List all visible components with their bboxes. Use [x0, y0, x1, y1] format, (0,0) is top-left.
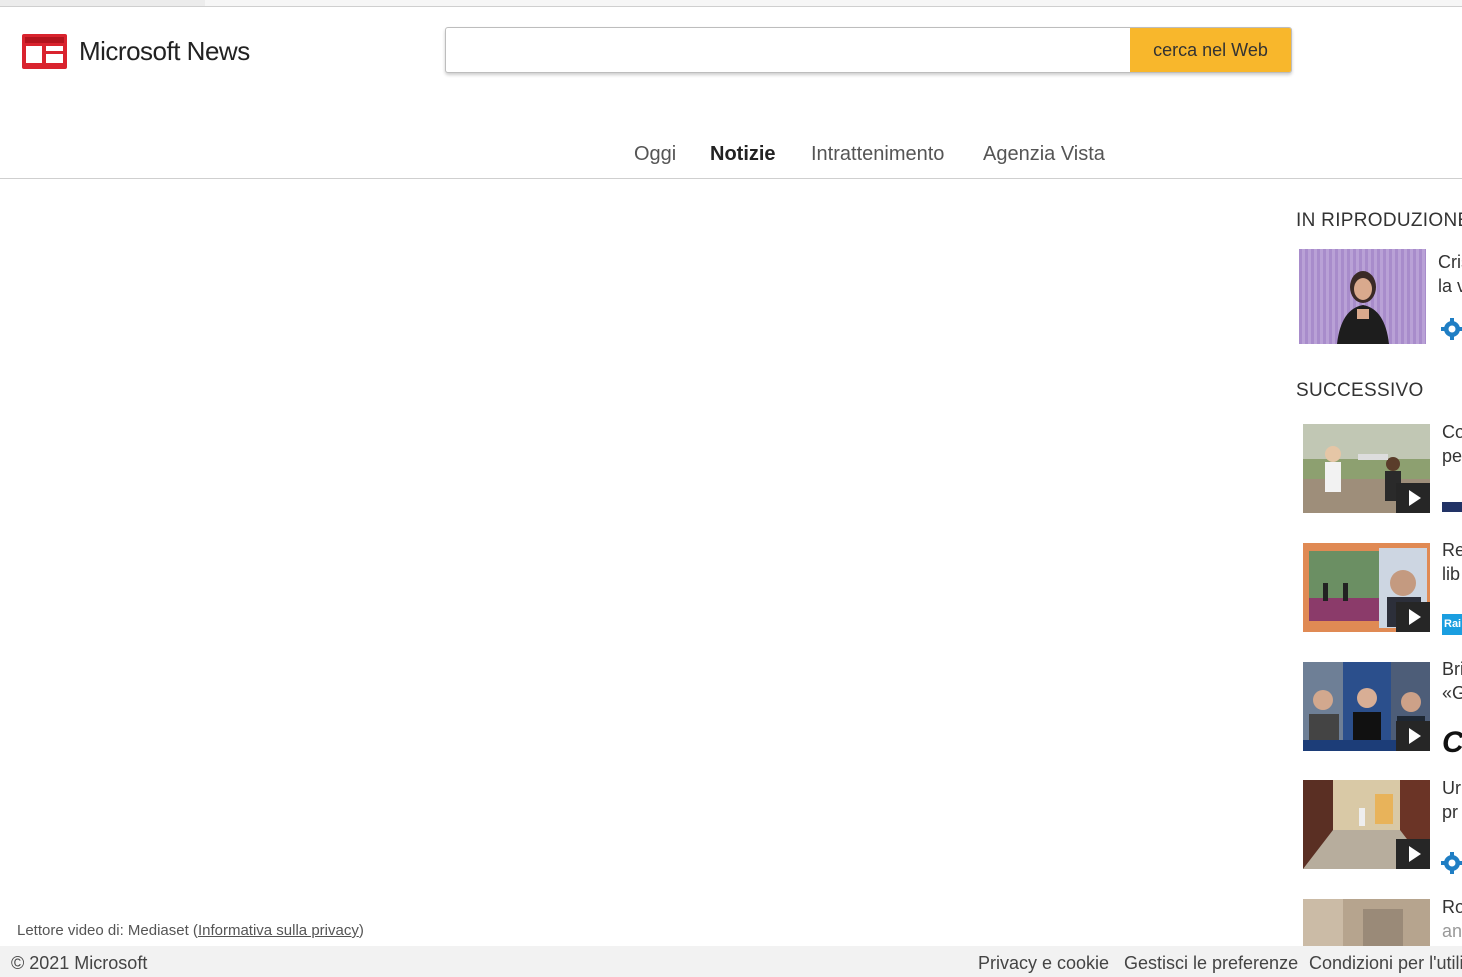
- next-item-thumbnail[interactable]: [1303, 543, 1430, 632]
- next-item-thumbnail[interactable]: [1303, 662, 1430, 751]
- now-playing-title-line-1[interactable]: Cris: [1438, 250, 1462, 274]
- c-logo: C: [1442, 727, 1462, 759]
- next-item-thumbnail[interactable]: [1303, 899, 1430, 946]
- news-logo-icon: [22, 34, 67, 69]
- now-playing-title-line-2[interactable]: la v: [1438, 274, 1462, 298]
- brand-logo[interactable]: Microsoft News: [22, 34, 250, 69]
- play-icon[interactable]: [1396, 839, 1430, 869]
- footer: © 2021 Microsoft Privacy e cookie Gestis…: [0, 946, 1462, 977]
- next-item-title-line-1[interactable]: Ur: [1442, 776, 1462, 800]
- player-credit-prefix: Lettore video di: Mediaset (: [17, 922, 198, 939]
- search-web-button[interactable]: cerca nel Web: [1130, 28, 1291, 72]
- tab-oggi[interactable]: Oggi: [634, 143, 676, 166]
- next-item-title-line-2[interactable]: pr: [1442, 800, 1462, 824]
- gear-icon: [1441, 318, 1462, 340]
- copyright: © 2021 Microsoft: [11, 953, 148, 973]
- next-item-title-line-2[interactable]: lib: [1442, 562, 1462, 586]
- play-icon[interactable]: [1396, 602, 1430, 632]
- next-item-title-line-1[interactable]: Bri: [1442, 657, 1462, 681]
- play-icon[interactable]: [1396, 721, 1430, 751]
- browser-top-strip: [0, 0, 1462, 7]
- privacy-cookies-link[interactable]: Privacy e cookie: [978, 953, 1109, 974]
- next-item-title-line-1[interactable]: Co: [1442, 420, 1462, 444]
- tab-notizie[interactable]: Notizie: [710, 143, 776, 166]
- tab-agenzia-vista[interactable]: Agenzia Vista: [983, 143, 1105, 166]
- next-item-title-line-2[interactable]: pe: [1442, 444, 1462, 468]
- next-item-thumbnail[interactable]: [1303, 780, 1430, 869]
- top-strip-segment: [205, 0, 1462, 6]
- manage-preferences-link[interactable]: Gestisci le preferenze: [1124, 953, 1298, 974]
- brand-name: Microsoft News: [79, 36, 250, 66]
- source-logo-tiny: [1442, 502, 1462, 512]
- next-item-title-line-1[interactable]: Ro: [1442, 895, 1462, 919]
- next-item-title-line-2[interactable]: «G: [1442, 681, 1462, 705]
- terms-of-use-link[interactable]: Condizioni per l'utili: [1309, 953, 1462, 974]
- now-playing-heading: IN RIPRODUZIONE: [1296, 210, 1462, 231]
- tab-intrattenimento[interactable]: Intrattenimento: [811, 143, 944, 166]
- next-item-title-line-1[interactable]: Re: [1442, 538, 1462, 562]
- search-input[interactable]: [446, 28, 1130, 72]
- video-player-credit: Lettore video di: Mediaset (Informativa …: [17, 922, 364, 939]
- next-item-thumbnail[interactable]: [1303, 424, 1430, 513]
- category-nav: Oggi Notizie Intrattenimento Agenzia Vis…: [0, 140, 1462, 179]
- search-bar: cerca nel Web: [445, 27, 1292, 73]
- play-icon[interactable]: [1396, 483, 1430, 513]
- now-playing-thumbnail[interactable]: [1299, 249, 1426, 344]
- player-credit-suffix: ): [358, 922, 364, 939]
- next-item-title-line-2[interactable]: an: [1442, 919, 1462, 943]
- rai-logo: Rai: [1442, 614, 1462, 635]
- next-heading: SUCCESSIVO: [1296, 380, 1424, 401]
- privacy-policy-link[interactable]: Informativa sulla privacy: [198, 922, 359, 939]
- gear-icon: [1441, 852, 1462, 874]
